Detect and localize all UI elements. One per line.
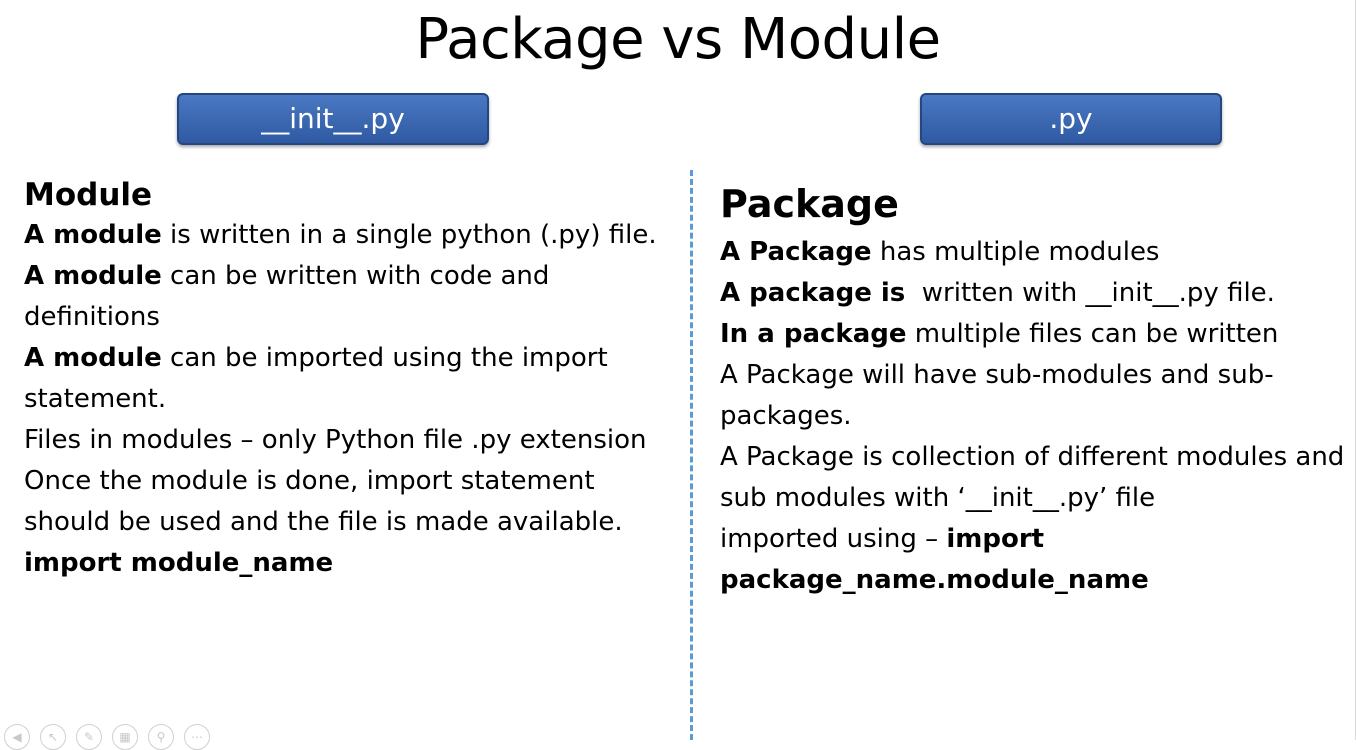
init-py-button[interactable]: __init__.py (177, 93, 489, 145)
pointer-icon[interactable]: ↖ (40, 724, 66, 750)
slideshow-controls: ◀ ↖ ✎ ▦ ⚲ ⋯ (0, 724, 210, 750)
package-heading: Package (720, 182, 899, 226)
package-line: A Package has multiple modules (720, 237, 1160, 267)
module-line: Once the module is done, import statemen… (24, 466, 623, 537)
module-line: A module can be imported using the impor… (24, 343, 608, 414)
module-column: Module A module is written in a single p… (24, 175, 674, 584)
module-line: A module is written in a single python (… (24, 220, 657, 250)
py-button[interactable]: .py (920, 93, 1222, 145)
zoom-icon[interactable]: ⚲ (148, 724, 174, 750)
module-line: Files in modules – only Python file .py … (24, 425, 647, 455)
package-column: Package A Package has multiple modules A… (720, 180, 1350, 601)
more-icon[interactable]: ⋯ (184, 724, 210, 750)
package-line: A Package will have sub-modules and sub-… (720, 360, 1274, 431)
package-line: A Package is collection of different mod… (720, 442, 1345, 513)
slides-icon[interactable]: ▦ (112, 724, 138, 750)
module-import-syntax: import module_name (24, 548, 334, 578)
prev-icon[interactable]: ◀ (4, 724, 30, 750)
package-import-syntax: imported using – import package_name.mod… (720, 524, 1149, 595)
package-line: In a package multiple files can be writt… (720, 319, 1279, 349)
pen-icon[interactable]: ✎ (76, 724, 102, 750)
package-line: A package is written with __init__.py fi… (720, 278, 1275, 308)
column-divider (690, 170, 693, 740)
module-line: A module can be written with code and de… (24, 261, 550, 332)
slide-title: Package vs Module (415, 7, 941, 72)
module-heading: Module (24, 177, 153, 213)
